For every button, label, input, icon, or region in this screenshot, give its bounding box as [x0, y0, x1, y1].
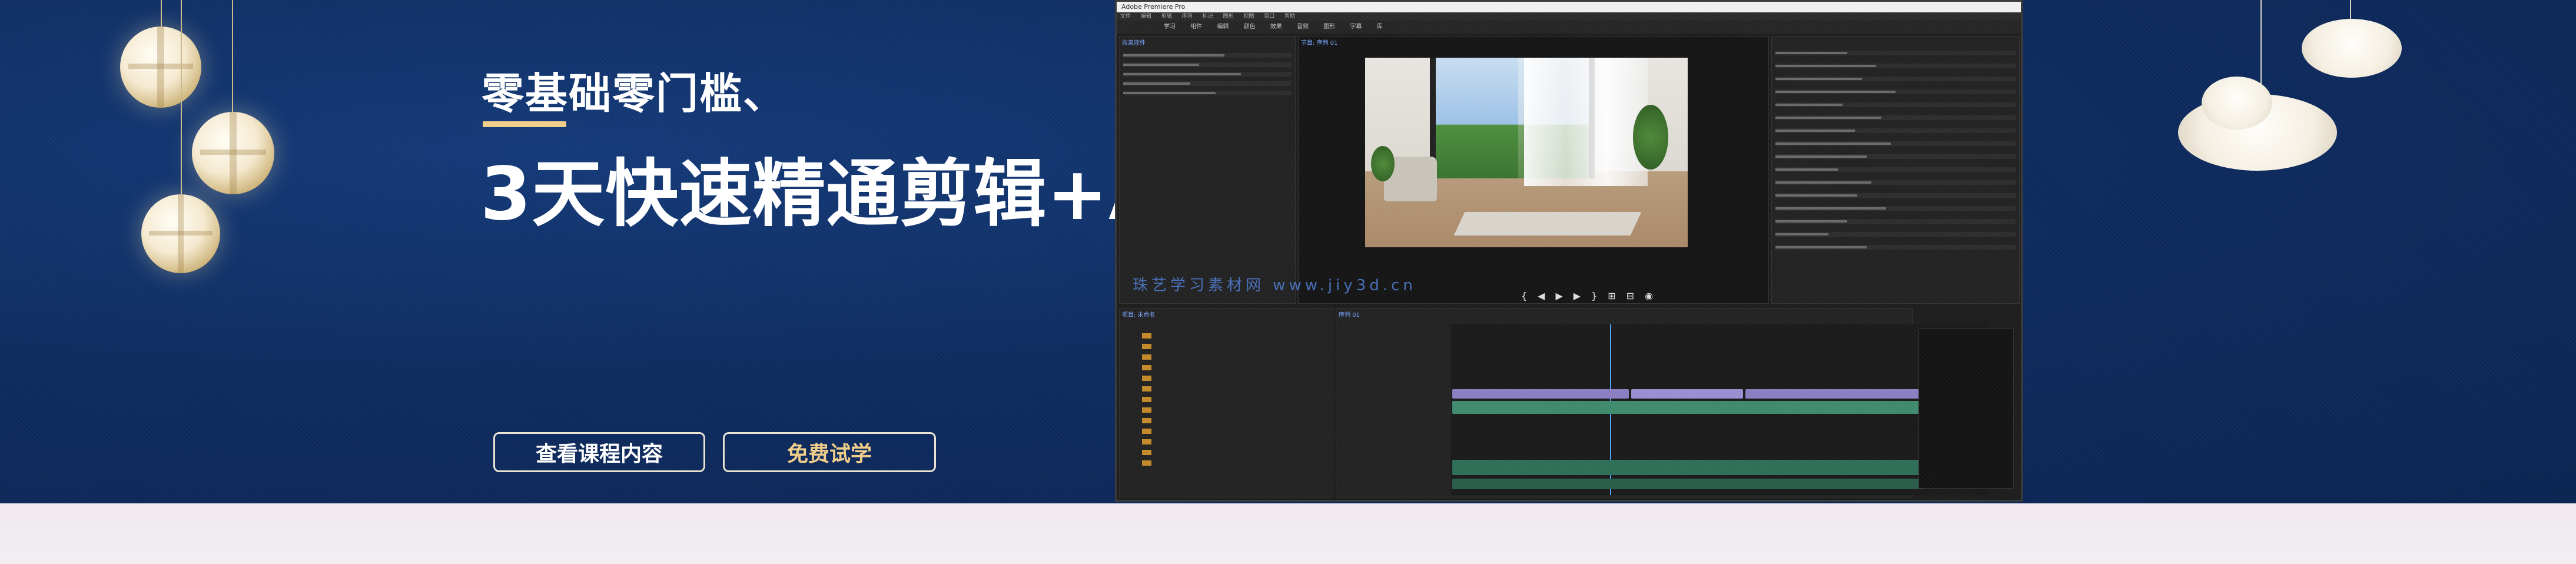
menu-item[interactable]: 帮助	[1284, 14, 1295, 19]
menu-item[interactable]: 编辑	[1141, 14, 1151, 19]
hero-banner: 零基础零门槛、 3天快速精通剪辑+AI工具 查看课程内容 免费试学 Adobe …	[0, 0, 2576, 503]
video-clip[interactable]	[1452, 389, 1629, 399]
preview-frame	[1365, 58, 1688, 247]
menu-item[interactable]: 文件	[1120, 14, 1131, 19]
panel-tab[interactable]: 节目: 序列 01	[1301, 38, 1337, 47]
menu-item[interactable]: 视图	[1243, 14, 1254, 19]
timeline-tracks[interactable]	[1451, 324, 1987, 495]
panel-tab[interactable]: 序列 01	[1339, 310, 1360, 319]
panel-tab[interactable]: 项目: 未命名	[1122, 310, 1156, 319]
menu-item[interactable]: 剪辑	[1161, 14, 1172, 19]
project-item[interactable]	[1124, 459, 1301, 467]
workspace-toolbar: 学习 组件 编辑 颜色 效果 音频 图形 字幕 库	[1117, 21, 2021, 34]
project-item[interactable]	[1124, 353, 1301, 361]
essential-graphics-panel	[1771, 36, 2020, 304]
audio-clip[interactable]	[1452, 479, 1923, 489]
project-item[interactable]	[1124, 364, 1301, 372]
project-item[interactable]	[1124, 417, 1301, 425]
project-item[interactable]	[1124, 438, 1301, 446]
step-back-icon[interactable]: ◀	[1538, 290, 1555, 301]
insert-icon[interactable]: ⊞	[1608, 290, 1626, 301]
project-item[interactable]	[1124, 406, 1301, 414]
headline-accent-bar	[483, 121, 566, 127]
panel-tab[interactable]: 效果控件	[1122, 38, 1146, 47]
workspace-tab[interactable]: 编辑	[1217, 24, 1229, 30]
project-item[interactable]	[1124, 449, 1301, 457]
preview-rug	[1453, 212, 1642, 235]
project-item[interactable]	[1124, 396, 1301, 404]
overwrite-icon[interactable]: ⊟	[1626, 290, 1645, 301]
project-item[interactable]	[1124, 427, 1301, 436]
page-footer-strip	[0, 503, 2576, 564]
pendant-lamp-icon	[141, 194, 220, 273]
preview-curtain	[1524, 58, 1648, 186]
free-trial-button[interactable]: 免费试学	[723, 432, 936, 472]
export-frame-icon[interactable]: ◉	[1645, 290, 1664, 301]
project-panel: 项目: 未命名	[1119, 308, 1333, 497]
lamp-wire	[161, 0, 162, 26]
watermark-text: 珠艺学习素材网 www.jiy3d.cn	[1133, 277, 1416, 294]
workspace-tab[interactable]: 字幕	[1350, 24, 1362, 30]
audio-meter	[1918, 329, 2014, 489]
preview-window	[1430, 58, 1530, 178]
menu-item[interactable]: 标记	[1203, 14, 1213, 19]
cloud-wire	[2350, 0, 2351, 21]
project-item[interactable]	[1124, 343, 1301, 351]
project-item[interactable]	[1124, 374, 1301, 383]
workspace-tab[interactable]: 库	[1377, 24, 1383, 30]
workspace-tab[interactable]: 效果	[1270, 24, 1282, 30]
menu-item[interactable]: 序列	[1182, 14, 1193, 19]
workspace-tab[interactable]: 颜色	[1244, 24, 1256, 30]
cloud-lamp-icon	[2302, 19, 2402, 78]
view-course-button[interactable]: 查看课程内容	[493, 432, 705, 472]
mark-out-icon[interactable]: }	[1591, 290, 1608, 301]
lamp-wire	[232, 0, 233, 112]
headline-subtitle: 零基础零门槛、	[482, 69, 787, 118]
pendant-lamp-icon	[120, 26, 201, 108]
transport-controls: {◀▶▶}⊞⊟◉	[1398, 290, 1787, 307]
workspace-tab[interactable]: 组件	[1190, 24, 1202, 30]
preview-plant	[1371, 146, 1395, 181]
video-editor-screenshot: Adobe Premiere Pro 文件 编辑 剪辑 序列 标记 图形 视图 …	[1115, 0, 2023, 502]
video-clip[interactable]	[1631, 389, 1743, 399]
step-forward-icon[interactable]: ▶	[1574, 290, 1591, 301]
workspace-tab[interactable]: 音频	[1297, 24, 1309, 30]
cloud-wire	[2260, 0, 2262, 94]
effect-controls-panel: 效果控件	[1119, 36, 1296, 304]
mark-in-icon[interactable]: {	[1521, 290, 1538, 301]
workspace-tab[interactable]: 学习	[1164, 24, 1176, 30]
project-item[interactable]	[1124, 385, 1301, 393]
video-clip[interactable]	[1745, 389, 1922, 399]
cloud-lamp-icon	[2202, 77, 2272, 130]
audio-clip[interactable]	[1452, 401, 1923, 414]
editor-menubar: 文件 编辑 剪辑 序列 标记 图形 视图 窗口 帮助	[1117, 12, 2021, 21]
menu-item[interactable]: 图形	[1223, 14, 1233, 19]
editor-titlebar: Adobe Premiere Pro	[1117, 2, 2021, 12]
pendant-lamp-icon	[192, 112, 274, 194]
workspace-tab[interactable]: 图形	[1323, 24, 1335, 30]
audio-clip[interactable]	[1452, 460, 1923, 475]
play-icon[interactable]: ▶	[1555, 290, 1573, 301]
preview-plant	[1633, 105, 1668, 170]
menu-item[interactable]: 窗口	[1264, 14, 1274, 19]
project-item[interactable]	[1124, 332, 1301, 340]
lamp-wire	[181, 0, 182, 194]
